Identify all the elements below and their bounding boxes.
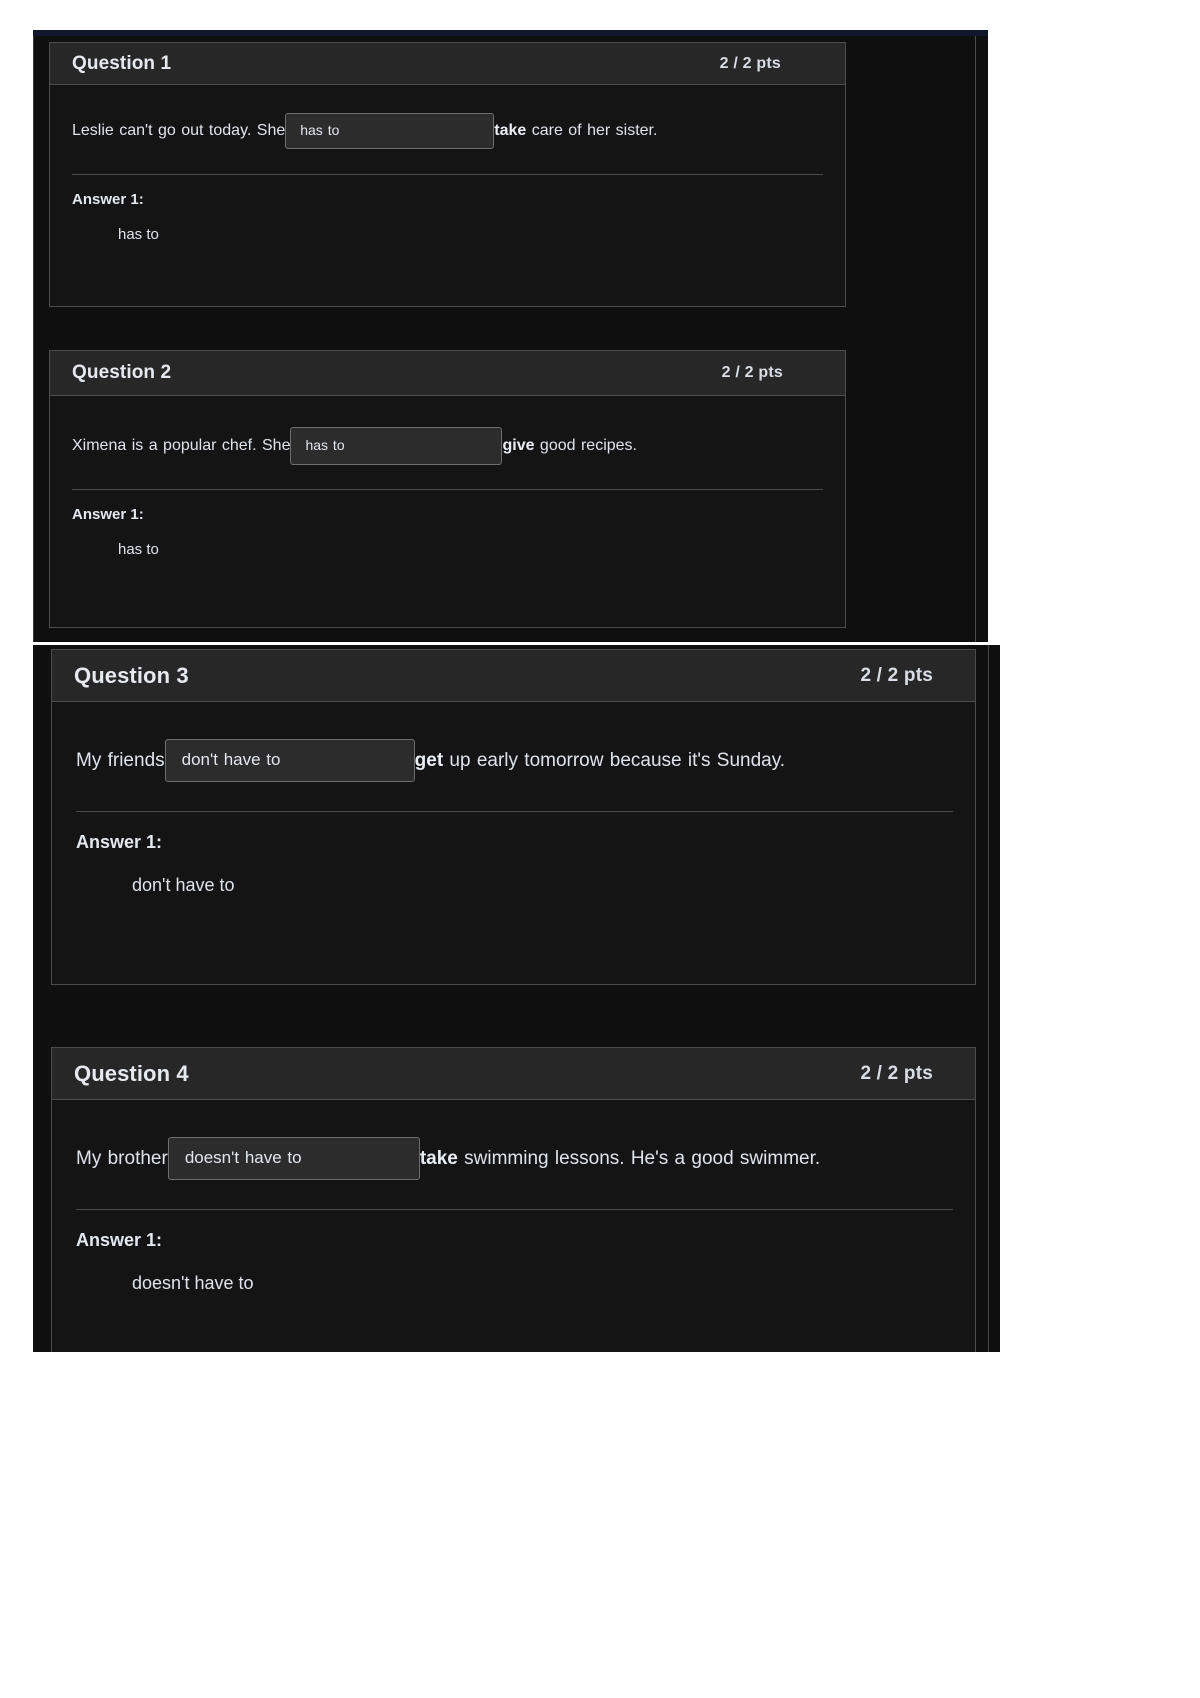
question-header-2: Question 2 2 / 2 pts [50,351,845,396]
prompt-text-after-3: up early tomorrow because it's Sunday. [443,750,786,771]
answer-value-2: has to [118,540,159,558]
answer-value-1: has to [118,225,159,243]
prompt-text-bold-2: give [502,437,535,454]
question-prompt-3: My friends don't have to get up early tomo… [76,738,953,785]
question-points-4: 2 / 2 pts [860,1062,933,1084]
prompt-text-bold-1: take [494,122,527,139]
prompt-text-before-1: Leslie can't go out today. She [72,122,286,139]
answer-divider-2 [72,488,823,490]
answer-label-1: Answer 1: [72,190,144,208]
panel-left-rail [33,36,34,642]
question-points-3: 2 / 2 pts [860,664,933,686]
question-points-1: 2 / 2 pts [719,54,781,72]
answer-divider-4 [76,1208,953,1210]
question-header-3: Question 3 2 / 2 pts [52,650,975,702]
quiz-results-page: Question 1 2 / 2 pts Leslie can't go out… [0,0,1200,1698]
lower-screenshot-panel: Question 3 2 / 2 pts My friends don't hav… [33,645,1000,1352]
question-prompt-2: Ximena is a popular chef. She has to give … [72,426,823,467]
prompt-text-after-1: care of her sister. [526,122,658,139]
answer-blank-3[interactable]: don't have to [164,739,415,783]
question-header-1: Question 1 2 / 2 pts [50,43,845,85]
upper-screenshot-panel: Question 1 2 / 2 pts Leslie can't go out… [33,30,988,642]
question-title-3: Question 3 [74,662,189,688]
question-header-4: Question 4 2 / 2 pts [52,1048,975,1100]
answer-value-4: doesn't have to [132,1272,254,1293]
answer-blank-4[interactable]: doesn't have to [167,1137,420,1181]
answer-blank-2[interactable]: has to [290,426,503,465]
answer-blank-1[interactable]: has to [285,112,495,149]
question-title-4: Question 4 [74,1060,189,1086]
prompt-text-bold-4: take [419,1148,458,1169]
prompt-text-after-2: good recipes. [534,437,637,454]
question-card-3: Question 3 2 / 2 pts My friends don't hav… [51,649,976,985]
question-body-2: Ximena is a popular chef. She has to give … [50,396,845,558]
prompt-text-bold-3: get [414,750,444,771]
prompt-text-after-4: swimming lessons. He's a good swimmer. [457,1148,821,1169]
panel-scroll-rail[interactable] [975,36,976,642]
answer-divider-1 [72,173,823,175]
question-card-4: Question 4 2 / 2 pts My brother doesn't h… [51,1047,976,1352]
panel-scroll-rail-lower[interactable] [988,645,989,1352]
prompt-text-before-3: My friends [76,750,165,771]
question-body-3: My friends don't have to get up early tomo… [52,702,975,896]
question-points-2: 2 / 2 pts [721,364,783,381]
question-prompt-1: Leslie can't go out today. She has to take… [72,111,823,152]
question-body-4: My brother doesn't have to take swimming l… [52,1100,975,1294]
question-prompt-4: My brother doesn't have to take swimming l… [76,1136,953,1183]
question-title-2: Question 2 [72,362,172,383]
question-body-1: Leslie can't go out today. She has to take… [50,85,845,243]
answer-label-4: Answer 1: [76,1229,163,1250]
question-card-1: Question 1 2 / 2 pts Leslie can't go out… [49,42,846,307]
question-title-1: Question 1 [72,52,172,74]
answer-label-2: Answer 1: [72,505,144,523]
question-card-2: Question 2 2 / 2 pts Ximena is a popular… [49,350,846,628]
answer-divider-3 [76,810,953,812]
answer-value-3: don't have to [132,874,235,895]
prompt-text-before-4: My brother [76,1148,168,1169]
answer-label-3: Answer 1: [76,831,163,852]
prompt-text-before-2: Ximena is a popular chef. She [72,437,291,454]
